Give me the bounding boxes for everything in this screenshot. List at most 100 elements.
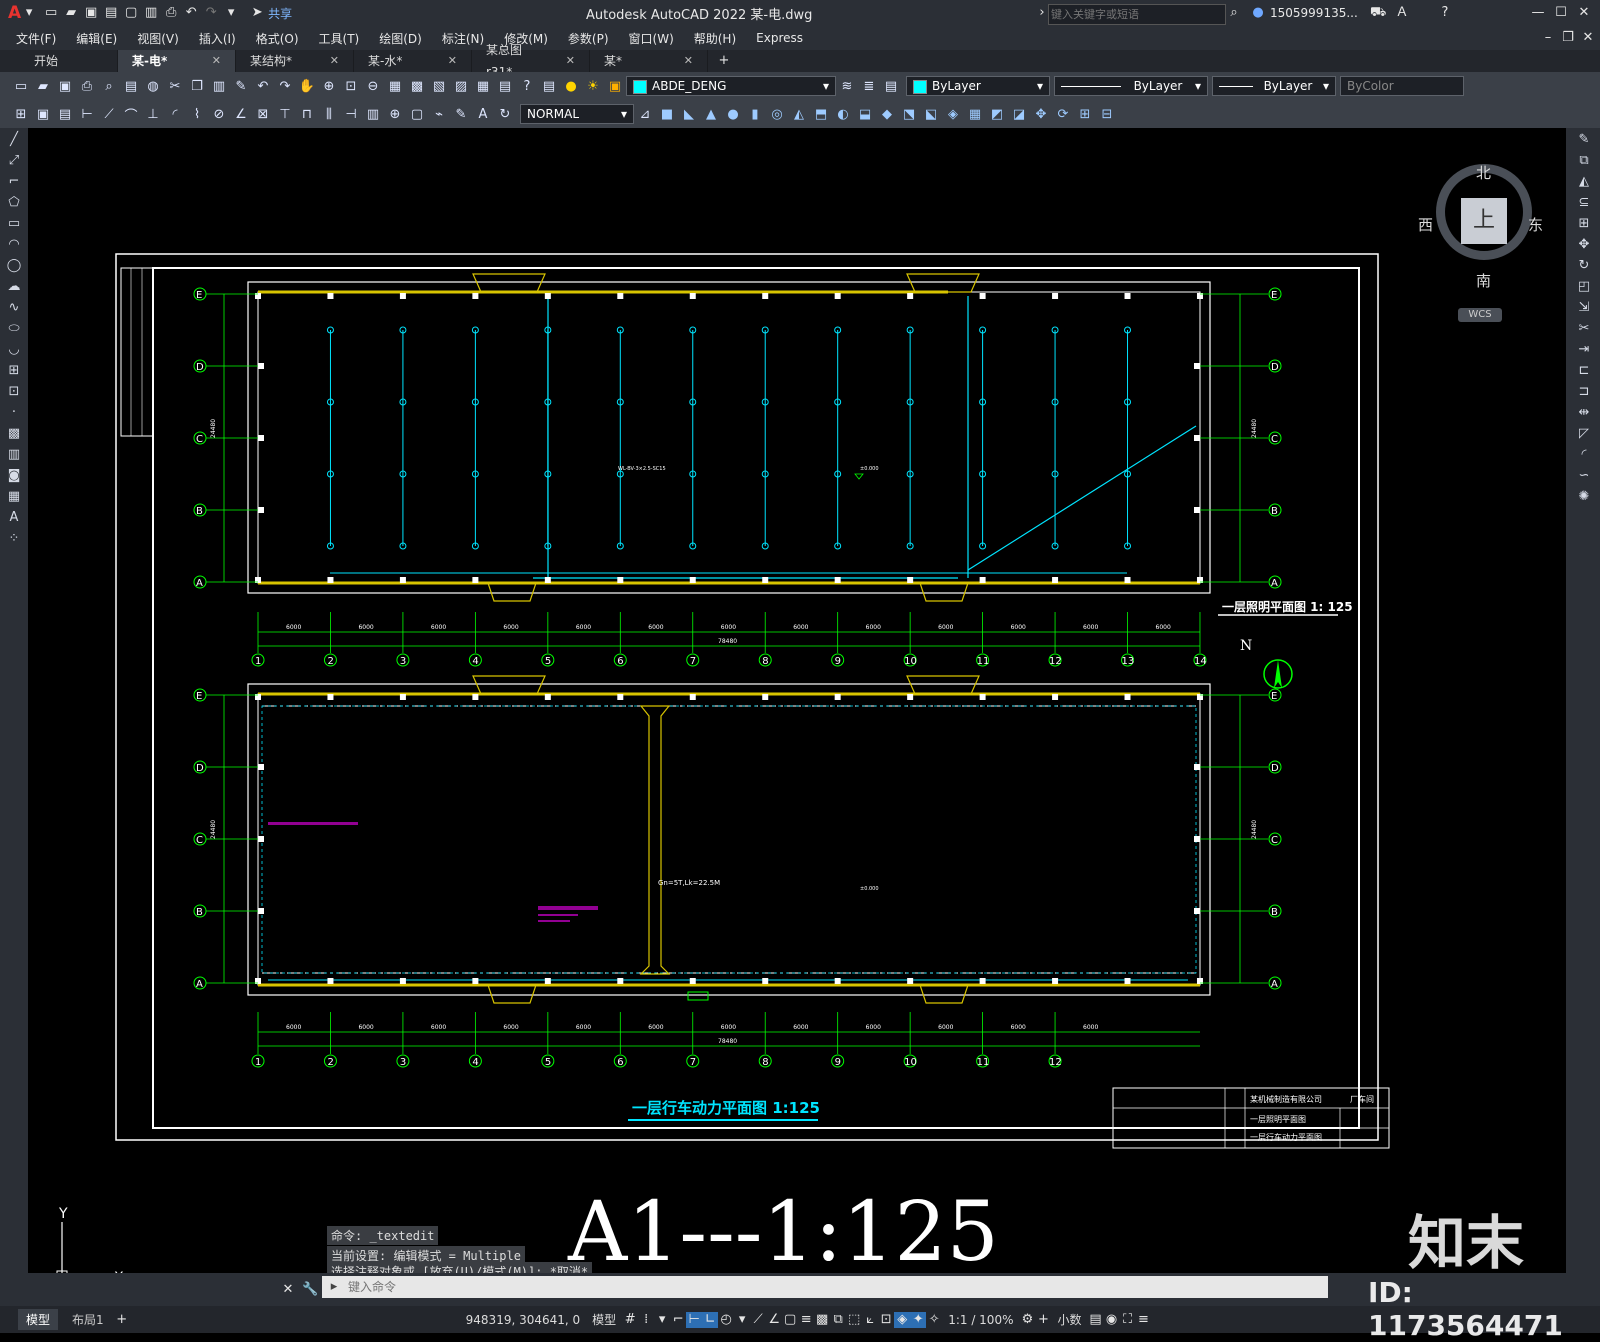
color-dropdown[interactable]: ByLayer ▾: [906, 76, 1050, 96]
ellipse-arc-icon[interactable]: ◡: [4, 341, 24, 359]
layer-state-icon[interactable]: ▤: [881, 76, 901, 96]
infer-constraints-icon[interactable]: ⌐: [670, 1312, 686, 1328]
annotation-visibility-icon[interactable]: ✦: [910, 1311, 927, 1328]
redo-icon[interactable]: ↷: [275, 76, 295, 96]
close-icon[interactable]: ✕: [448, 50, 457, 72]
open-file-icon[interactable]: ▰: [63, 5, 79, 21]
model-space-canvas[interactable]: WL-BV-3×2.5-SC15 ±0.000 一层照明平面图 1: 125 G…: [28, 128, 1566, 1286]
plot-icon[interactable]: ⎙: [163, 5, 179, 21]
diameter-dim-icon[interactable]: ⊘: [209, 104, 229, 124]
search-icon[interactable]: ⌕: [1226, 5, 1242, 21]
clean-screen-icon[interactable]: ⛶: [1120, 1312, 1136, 1328]
stretch-icon[interactable]: ⇲: [1574, 299, 1594, 317]
chevron-down-icon[interactable]: ▾: [654, 1312, 670, 1328]
help-icon[interactable]: ?: [1437, 5, 1453, 21]
annotation-monitor-icon[interactable]: +: [1035, 1312, 1051, 1328]
circle-icon[interactable]: ◯: [4, 257, 24, 275]
polar-icon[interactable]: ◴: [718, 1312, 734, 1328]
dim-break-icon[interactable]: ⊣: [341, 104, 361, 124]
zoom-realtime-icon[interactable]: ⊕: [319, 76, 339, 96]
tab-electrical[interactable]: 某-电* ✕: [118, 50, 236, 72]
mtext-icon[interactable]: A: [4, 509, 24, 527]
command-input[interactable]: [346, 1279, 1250, 1295]
revision-cloud-icon[interactable]: ☁: [4, 278, 24, 296]
close-icon[interactable]: ✕: [212, 50, 221, 72]
object-snap-icon[interactable]: ▢: [782, 1312, 798, 1328]
markup-icon[interactable]: ▦: [473, 76, 493, 96]
rotate-icon[interactable]: ↻: [1574, 257, 1594, 275]
blend-curves-icon[interactable]: ∽: [1574, 467, 1594, 485]
doc-minimize-icon[interactable]: –: [1540, 30, 1556, 46]
offset-icon[interactable]: ⊆: [1574, 194, 1594, 212]
arc-length-icon[interactable]: ⌒: [121, 104, 141, 124]
polygon-icon[interactable]: ⬠: [4, 194, 24, 212]
undo-icon[interactable]: ↶: [183, 5, 199, 21]
close-icon[interactable]: ✕: [1576, 5, 1592, 21]
maximize-icon[interactable]: ☐: [1553, 5, 1569, 21]
viewcube[interactable]: 上 北 南 东 西 WCS: [1418, 146, 1544, 322]
dim-space-icon[interactable]: ⫼: [319, 104, 339, 124]
array-icon[interactable]: ⊞: [1574, 215, 1594, 233]
trim-icon[interactable]: ✂: [1574, 320, 1594, 338]
point-icon[interactable]: ·: [4, 404, 24, 422]
dim-override-icon[interactable]: ⊿: [635, 104, 655, 124]
new-file-icon[interactable]: ▭: [43, 5, 59, 21]
3d-move-icon[interactable]: ✥: [1031, 104, 1051, 124]
customize-icon[interactable]: ▾: [223, 5, 239, 21]
presspull-icon[interactable]: ▦: [965, 104, 985, 124]
zoom-window-icon[interactable]: ⊡: [341, 76, 361, 96]
ellipse-icon[interactable]: ⬭: [4, 320, 24, 338]
quickcalc-icon[interactable]: ▤: [495, 76, 515, 96]
break-icon[interactable]: ⊐: [1574, 383, 1594, 401]
dim-edit-icon[interactable]: ▤: [55, 104, 75, 124]
cart-icon[interactable]: ⛟: [1370, 5, 1386, 21]
dynamic-ucs-icon[interactable]: ⟀: [862, 1312, 878, 1328]
snap-icon[interactable]: ⁞: [638, 1312, 654, 1328]
copy-object-icon[interactable]: ⧉: [1574, 152, 1594, 170]
tab-structure[interactable]: 某结构* ✕: [236, 50, 354, 72]
make-block-icon[interactable]: ⊡: [4, 383, 24, 401]
redo-icon[interactable]: ↷: [203, 5, 219, 21]
sheet-set-icon[interactable]: ▨: [451, 76, 471, 96]
plot-icon[interactable]: ⎙: [77, 76, 97, 96]
chamfer-icon[interactable]: ◸: [1574, 425, 1594, 443]
undo-icon[interactable]: ↶: [253, 76, 273, 96]
cylinder-icon[interactable]: ▮: [745, 104, 765, 124]
selection-cycling-icon[interactable]: ⧉: [830, 1312, 846, 1328]
selection-filter-icon[interactable]: ⊡: [878, 1312, 894, 1328]
new-icon[interactable]: ▭: [11, 76, 31, 96]
plot-preview-icon[interactable]: ⌕: [99, 76, 119, 96]
save-icon[interactable]: ▣: [83, 5, 99, 21]
table-icon[interactable]: ▦: [4, 488, 24, 506]
viewcube-north[interactable]: 北: [1476, 162, 1491, 183]
viewcube-west[interactable]: 西: [1418, 214, 1433, 235]
menu-dimension[interactable]: 标注(N): [432, 30, 494, 47]
quick-dimension-icon[interactable]: ⊞: [11, 104, 31, 124]
3d-osnap-icon[interactable]: ⬚: [846, 1312, 862, 1328]
menu-insert[interactable]: 插入(I): [189, 30, 246, 47]
line-icon[interactable]: ╱: [4, 131, 24, 149]
app-logo[interactable]: A: [8, 3, 21, 23]
close-icon[interactable]: ✕: [330, 50, 339, 72]
angular-dim-icon[interactable]: ∠: [231, 104, 251, 124]
close-icon[interactable]: ✕: [684, 50, 693, 72]
wcs-menu[interactable]: WCS: [1458, 308, 1502, 322]
pyramid-icon[interactable]: ◭: [789, 104, 809, 124]
loft-icon[interactable]: ◆: [877, 104, 897, 124]
insert-block-icon[interactable]: ⊞: [4, 362, 24, 380]
publish-icon[interactable]: ▤: [121, 76, 141, 96]
dim-update-icon[interactable]: ↻: [495, 104, 515, 124]
lightbulb-icon[interactable]: ●: [561, 76, 581, 96]
quick-properties-icon[interactable]: ▤: [1088, 1312, 1104, 1328]
continue-dim-icon[interactable]: ⊓: [297, 104, 317, 124]
save-web-icon[interactable]: ▥: [143, 5, 159, 21]
cone-icon[interactable]: ▲: [701, 104, 721, 124]
3d-array-icon[interactable]: ⊟: [1097, 104, 1117, 124]
help-search-input[interactable]: [1048, 4, 1226, 25]
dim-style-icon[interactable]: ▣: [33, 104, 53, 124]
baseline-dim-icon[interactable]: ⊤: [275, 104, 295, 124]
subtract-icon[interactable]: ⬕: [921, 104, 941, 124]
add-layout-icon[interactable]: +: [114, 1312, 130, 1328]
union-icon[interactable]: ⬔: [899, 104, 919, 124]
tab-water[interactable]: 某-水* ✕: [354, 50, 472, 72]
